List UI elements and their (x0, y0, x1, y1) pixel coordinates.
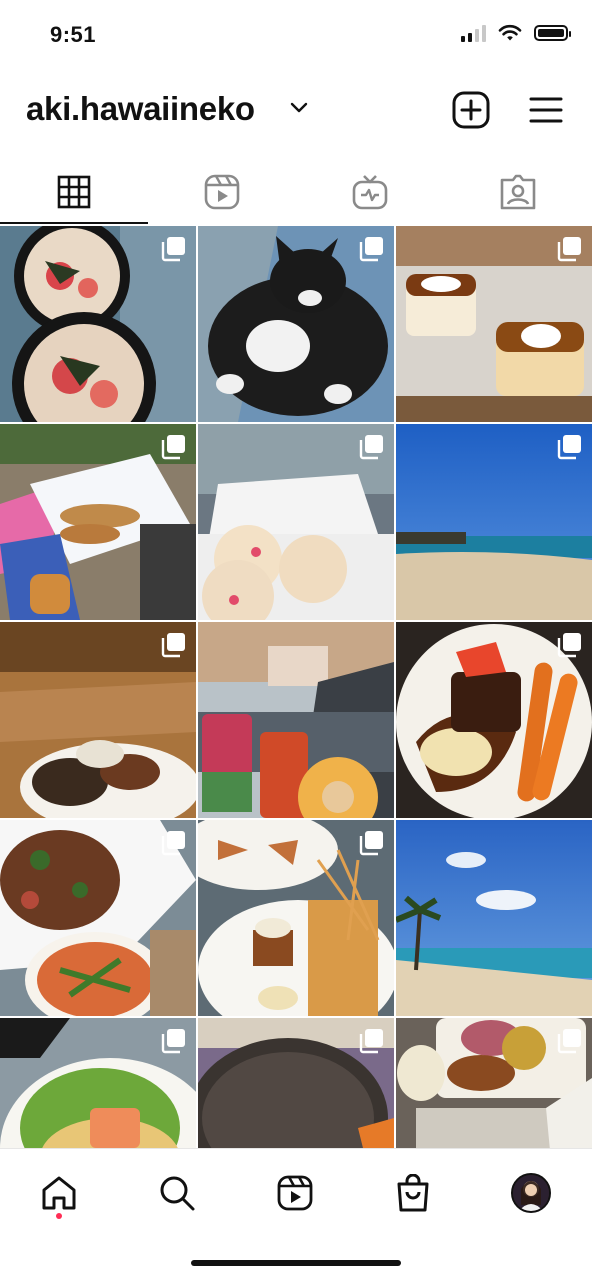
notification-dot (56, 1213, 62, 1219)
post-thumbnail[interactable] (396, 820, 592, 1016)
cellular-signal-icon (461, 24, 486, 42)
multiple-photos-icon (359, 1029, 383, 1054)
post-thumbnail[interactable] (0, 1018, 196, 1148)
multiple-photos-icon (161, 435, 185, 460)
multiple-photos-icon (359, 237, 383, 262)
multiple-photos-icon (359, 831, 383, 856)
multiple-photos-icon (161, 1029, 185, 1054)
battery-icon (534, 25, 571, 41)
home-indicator (191, 1260, 401, 1266)
tab-posts-grid[interactable] (0, 160, 148, 224)
nav-shop[interactable] (389, 1169, 437, 1217)
profile-avatar (511, 1173, 551, 1213)
reels-icon (277, 1175, 313, 1211)
igtv-icon (352, 175, 388, 210)
multiple-photos-icon (557, 237, 581, 262)
plus-square-icon (452, 91, 490, 129)
multiple-photos-icon (557, 1029, 581, 1054)
multiple-photos-icon (161, 831, 185, 856)
post-thumbnail[interactable] (198, 226, 394, 422)
grid-icon (57, 175, 91, 209)
search-icon (160, 1176, 195, 1211)
tagged-icon (500, 174, 536, 210)
post-thumbnail[interactable] (396, 622, 592, 818)
nav-reels[interactable] (271, 1169, 319, 1217)
multiple-photos-icon (359, 435, 383, 460)
post-thumbnail[interactable] (0, 424, 196, 620)
profile-header: aki.hawaiineko (0, 80, 592, 140)
post-thumbnail[interactable] (198, 424, 394, 620)
status-time: 9:51 (50, 22, 97, 47)
status-bar: 9:51 (0, 0, 592, 70)
home-icon (42, 1176, 76, 1210)
menu-button[interactable] (526, 90, 566, 130)
reels-icon (204, 174, 240, 210)
status-icons (461, 24, 571, 42)
multiple-photos-icon (161, 633, 185, 658)
post-thumbnail[interactable] (198, 1018, 394, 1148)
wifi-icon (498, 24, 522, 41)
shop-icon (397, 1174, 429, 1212)
bottom-navigation (0, 1148, 592, 1281)
post-thumbnail[interactable] (198, 622, 394, 818)
profile-username[interactable]: aki.hawaiineko (26, 90, 255, 128)
post-image (198, 622, 394, 818)
post-thumbnail[interactable] (396, 226, 592, 422)
tab-reels[interactable] (148, 160, 296, 224)
nav-search[interactable] (153, 1169, 201, 1217)
tab-igtv[interactable] (296, 160, 444, 224)
post-thumbnail[interactable] (396, 424, 592, 620)
post-thumbnail[interactable] (0, 226, 196, 422)
multiple-photos-icon (557, 435, 581, 460)
post-image (396, 820, 592, 1016)
new-post-button[interactable] (451, 90, 491, 130)
post-thumbnail[interactable] (198, 820, 394, 1016)
post-thumbnail[interactable] (0, 820, 196, 1016)
post-thumbnail[interactable] (396, 1018, 592, 1148)
nav-profile[interactable] (507, 1169, 555, 1217)
post-thumbnail[interactable] (0, 622, 196, 818)
hamburger-menu-icon (529, 97, 563, 123)
multiple-photos-icon (557, 633, 581, 658)
profile-tabs (0, 160, 592, 224)
nav-home[interactable] (35, 1169, 83, 1217)
chevron-down-icon[interactable] (290, 102, 308, 114)
tab-tagged[interactable] (444, 160, 592, 224)
posts-grid (0, 226, 592, 1148)
multiple-photos-icon (161, 237, 185, 262)
